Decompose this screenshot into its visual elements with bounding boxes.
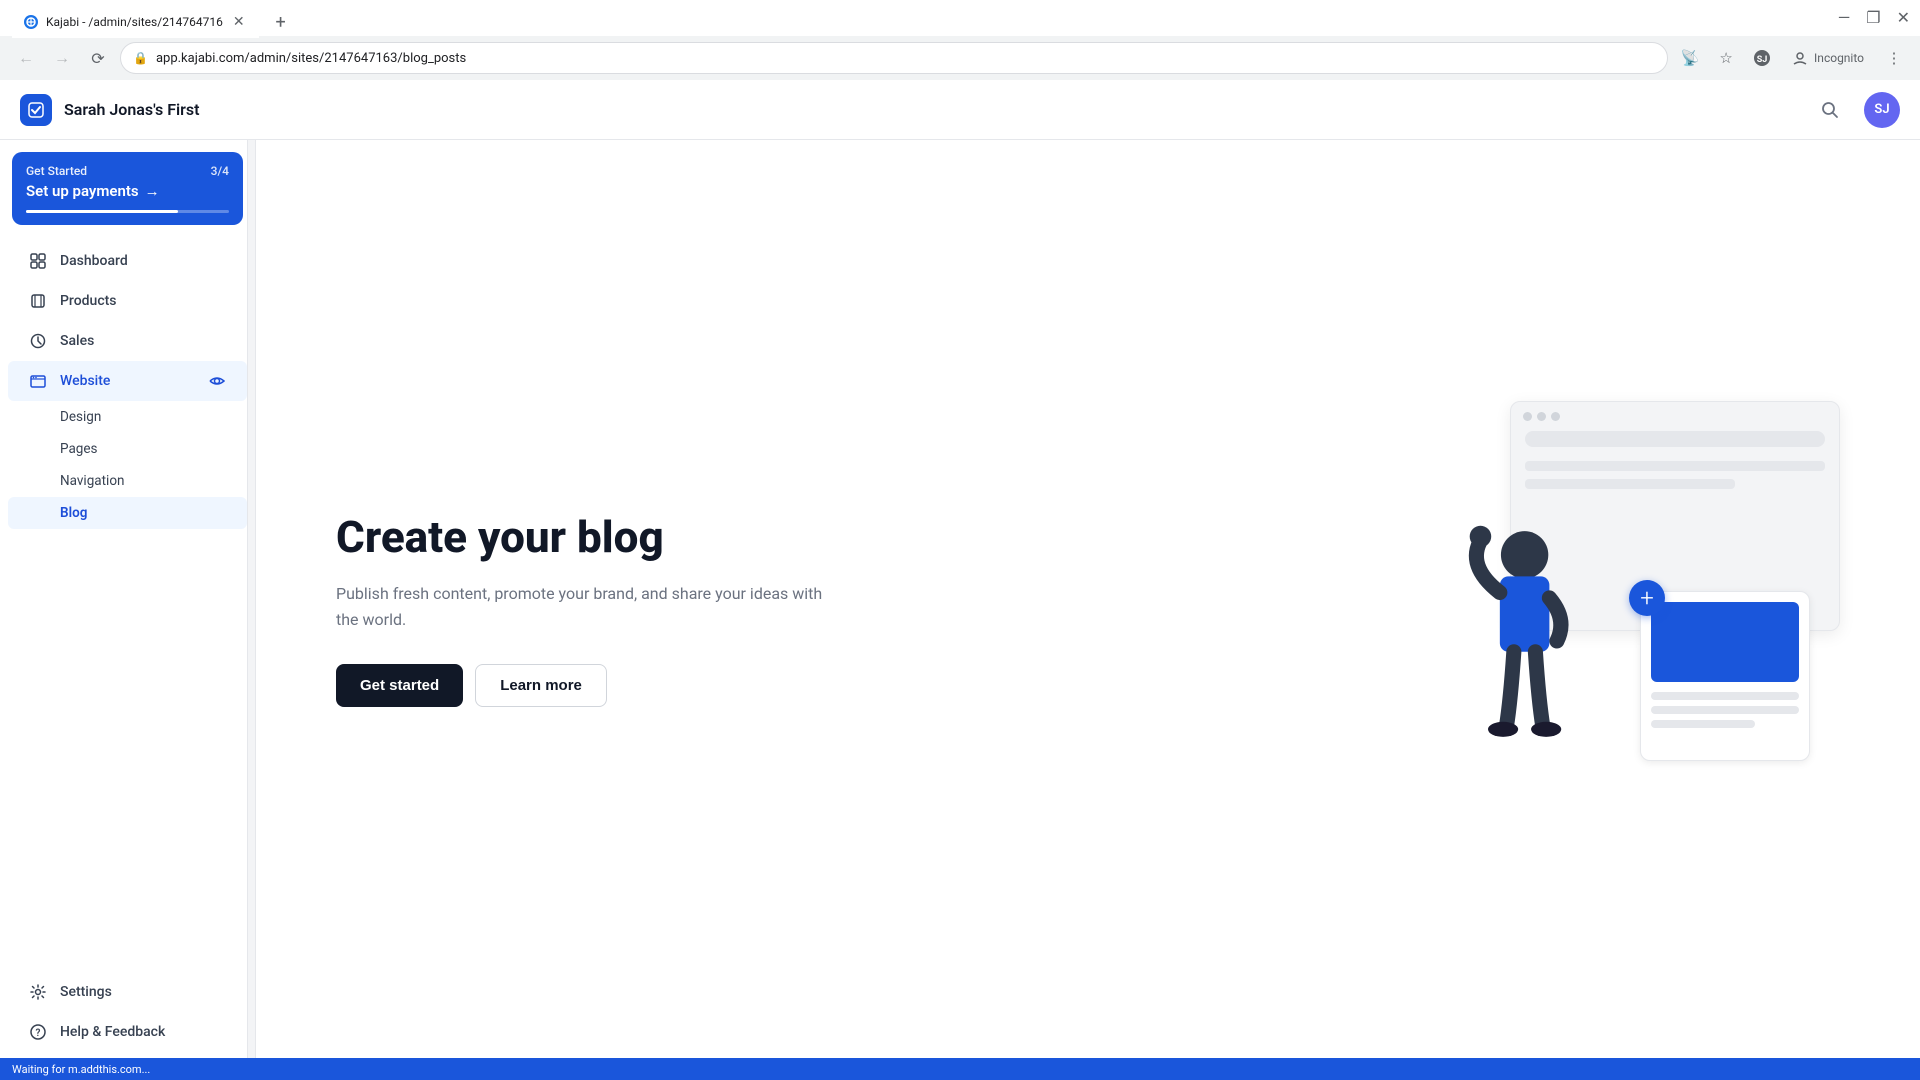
close-window-button[interactable]: ✕ xyxy=(1897,8,1910,27)
bookmark-button[interactable]: ☆ xyxy=(1712,44,1740,72)
mockup-card xyxy=(1640,591,1810,761)
user-avatar[interactable]: SJ xyxy=(1864,92,1900,128)
window-controls: — ❐ ✕ xyxy=(1838,8,1910,27)
products-icon xyxy=(28,291,48,311)
progress-bar-fill xyxy=(26,210,178,213)
mockup-search xyxy=(1525,431,1825,447)
lock-icon: 🔒 xyxy=(133,51,148,65)
main-content: Create your blog Publish fresh content, … xyxy=(256,140,1920,1080)
site-name: Sarah Jonas's First xyxy=(64,100,200,119)
status-text: Waiting for m.addthis.com... xyxy=(12,1063,150,1076)
page-description: Publish fresh content, promote your bran… xyxy=(336,581,836,632)
forward-button[interactable]: → xyxy=(48,44,76,72)
maximize-button[interactable]: ❐ xyxy=(1866,8,1880,27)
sales-icon xyxy=(28,331,48,351)
sidebar-item-settings[interactable]: Settings xyxy=(8,972,247,1012)
sidebar: Get Started 3/4 Set up payments → Dashbo… xyxy=(0,80,256,1080)
get-started-counter: 3/4 xyxy=(211,164,229,178)
get-started-banner[interactable]: Get Started 3/4 Set up payments → xyxy=(12,152,243,225)
settings-icon xyxy=(28,982,48,1002)
browser-controls: ← → ⟳ 🔒 app.kajabi.com/admin/sites/21476… xyxy=(0,36,1920,80)
app-topbar: Sarah Jonas's First SJ xyxy=(0,80,1920,140)
tab-favicon xyxy=(24,15,38,29)
address-bar[interactable]: 🔒 app.kajabi.com/admin/sites/2147647163/… xyxy=(120,42,1668,74)
blog-intro-section: Create your blog Publish fresh content, … xyxy=(336,513,836,708)
search-button[interactable] xyxy=(1812,92,1848,128)
profile-button[interactable]: SJ xyxy=(1748,44,1776,72)
more-button[interactable]: ⋮ xyxy=(1880,44,1908,72)
mockup-dot-1 xyxy=(1523,412,1532,421)
get-started-button[interactable]: Get started xyxy=(336,664,463,707)
help-icon: ? xyxy=(28,1022,48,1042)
status-bar: Waiting for m.addthis.com... xyxy=(0,1058,1920,1080)
settings-label: Settings xyxy=(60,984,227,1000)
sales-label: Sales xyxy=(60,333,227,349)
blog-actions: Get started Learn more xyxy=(336,664,836,707)
progress-bar-track xyxy=(26,210,229,213)
mockup-dot-2 xyxy=(1537,412,1546,421)
sidebar-scrollbar[interactable] xyxy=(247,80,255,1080)
dashboard-icon xyxy=(28,251,48,271)
url-text: app.kajabi.com/admin/sites/2147647163/bl… xyxy=(156,51,1655,66)
sidebar-item-blog[interactable]: Blog xyxy=(8,497,247,529)
browser-tab[interactable]: Kajabi - /admin/sites/214764716 ✕ xyxy=(12,6,259,38)
sidebar-item-products[interactable]: Products xyxy=(8,281,247,321)
help-label: Help & Feedback xyxy=(60,1024,227,1040)
sidebar-item-design[interactable]: Design xyxy=(8,401,247,433)
website-label: Website xyxy=(60,373,195,389)
main-nav: Dashboard Products Sales xyxy=(0,233,255,537)
human-illustration xyxy=(1420,501,1640,781)
browser-titlebar: Kajabi - /admin/sites/214764716 ✕ + — ❐ … xyxy=(0,0,1920,36)
website-eye-icon[interactable] xyxy=(207,371,227,391)
sidebar-item-sales[interactable]: Sales xyxy=(8,321,247,361)
add-button[interactable]: + xyxy=(1629,580,1665,616)
get-started-label: Get Started xyxy=(26,164,87,178)
svg-text:SJ: SJ xyxy=(1757,55,1768,65)
page-title: Create your blog xyxy=(336,513,836,561)
svg-text:?: ? xyxy=(36,1028,41,1039)
back-button[interactable]: ← xyxy=(12,44,40,72)
reload-button[interactable]: ⟳ xyxy=(84,44,112,72)
tab-title: Kajabi - /admin/sites/214764716 xyxy=(46,15,223,29)
sidebar-item-pages[interactable]: Pages xyxy=(8,433,247,465)
browser-toolbar: 📡 ☆ SJ Incognito ⋮ xyxy=(1676,44,1908,72)
get-started-title: Set up payments → xyxy=(26,182,229,200)
learn-more-button[interactable]: Learn more xyxy=(475,664,607,707)
new-tab-button[interactable]: + xyxy=(267,8,295,36)
sidebar-item-help[interactable]: ? Help & Feedback xyxy=(8,1012,247,1052)
mockup-dots xyxy=(1511,402,1839,431)
mockup-card-image xyxy=(1651,602,1799,682)
mockup-dot-3 xyxy=(1551,412,1560,421)
dashboard-label: Dashboard xyxy=(60,253,227,269)
topbar-right: SJ xyxy=(1812,92,1900,128)
tab-close-button[interactable]: ✕ xyxy=(231,12,247,32)
cast-button[interactable]: 📡 xyxy=(1676,44,1704,72)
sidebar-bottom: Settings ? Help & Feedback xyxy=(0,964,255,1060)
sidebar-item-website[interactable]: Website xyxy=(8,361,247,401)
app-logo[interactable] xyxy=(20,94,52,126)
sidebar-item-navigation[interactable]: Navigation xyxy=(8,465,247,497)
illustration-container: + xyxy=(1420,401,1840,781)
incognito-label: Incognito xyxy=(1784,46,1872,70)
mockup-content xyxy=(1511,461,1839,489)
website-icon xyxy=(28,371,48,391)
browser-chrome: Kajabi - /admin/sites/214764716 ✕ + — ❐ … xyxy=(0,0,1920,80)
minimize-button[interactable]: — xyxy=(1838,8,1851,27)
products-label: Products xyxy=(60,293,227,309)
sidebar-item-dashboard[interactable]: Dashboard xyxy=(8,241,247,281)
